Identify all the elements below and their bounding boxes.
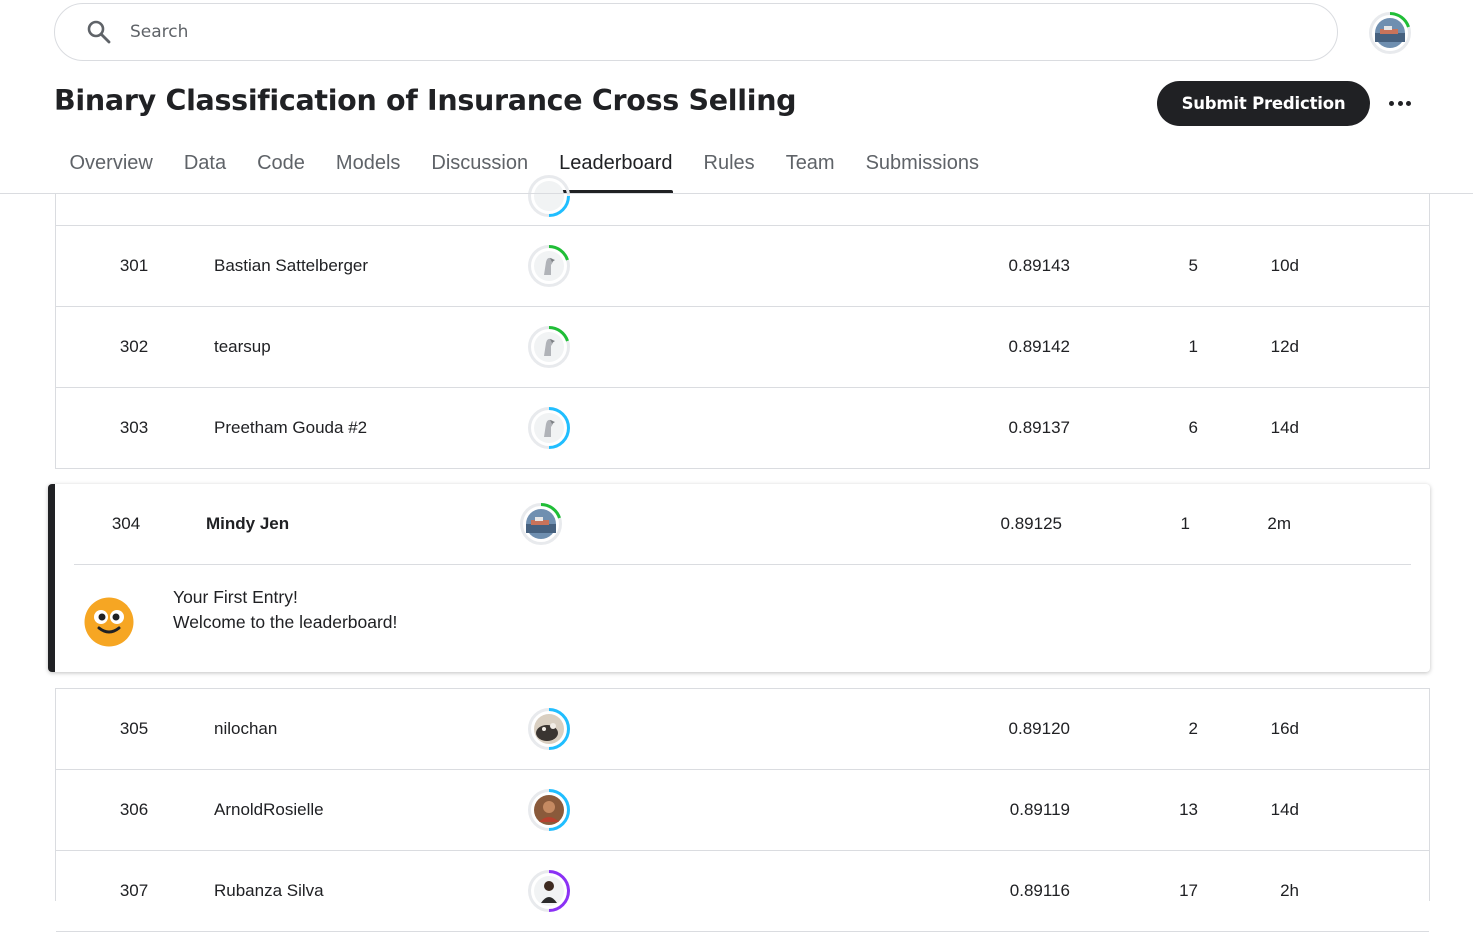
- team-name[interactable]: Bastian Sattelberger: [214, 226, 368, 306]
- avatar[interactable]: [527, 244, 571, 288]
- tab-models[interactable]: Models: [320, 140, 415, 194]
- message-title: Your First Entry!: [173, 587, 298, 607]
- user-avatar[interactable]: [1368, 11, 1412, 55]
- table-row[interactable]: 306 ArnoldRosielle 0.89119 13 14d: [56, 770, 1429, 851]
- submit-prediction-button[interactable]: Submit Prediction: [1157, 81, 1370, 126]
- tab-code[interactable]: Code: [242, 140, 321, 194]
- search-icon: [87, 20, 111, 44]
- divider: [74, 564, 1411, 565]
- avatar[interactable]: [527, 869, 571, 913]
- score: 0.89137: [1008, 418, 1070, 437]
- rank: 304: [111, 514, 141, 533]
- table-row-highlighted[interactable]: 304 Mindy Jen 0.89125 1 2m: [55, 484, 1430, 564]
- table-row[interactable]: 305 nilochan 0.89120 2 16d: [56, 689, 1429, 770]
- avatar: [528, 175, 570, 217]
- first-entry-message: Your First Entry! Welcome to the leaderb…: [173, 585, 397, 635]
- table-row[interactable]: 301 Bastian Sattelberger 0.89143 5 10d: [56, 226, 1429, 307]
- rank: 305: [119, 719, 149, 738]
- entries-count: 13: [1179, 800, 1198, 819]
- table-row[interactable]: 303 Preetham Gouda #2 0.89137 6 14d: [56, 388, 1429, 469]
- avatar[interactable]: [519, 502, 563, 546]
- team-name[interactable]: Rubanza Silva: [214, 851, 324, 931]
- tabs-divider: [0, 193, 1473, 194]
- rank: 306: [119, 800, 149, 819]
- avatar[interactable]: [527, 707, 571, 751]
- tab-bar: Overview Data Code Models Discussion Lea…: [54, 140, 994, 194]
- score: 0.89142: [1008, 337, 1070, 356]
- entries-count: 1: [1188, 337, 1198, 356]
- rank: 302: [119, 337, 149, 356]
- entries-count: 17: [1179, 881, 1198, 900]
- team-name[interactable]: Mindy Jen: [206, 484, 289, 564]
- avatar[interactable]: [527, 788, 571, 832]
- tab-discussion[interactable]: Discussion: [416, 140, 544, 194]
- entries-count: 1: [1180, 514, 1190, 533]
- team-name[interactable]: nilochan: [214, 689, 277, 769]
- search-bar[interactable]: [54, 3, 1338, 61]
- entries-count: 6: [1188, 418, 1198, 437]
- rank: 307: [119, 881, 149, 900]
- last-submission: 2m: [1267, 514, 1291, 533]
- message-body: Welcome to the leaderboard!: [173, 612, 398, 632]
- score: 0.89116: [1009, 881, 1070, 900]
- team-name[interactable]: Preetham Gouda #2: [214, 388, 367, 468]
- tab-rules[interactable]: Rules: [688, 140, 770, 194]
- avatar[interactable]: [527, 325, 571, 369]
- table-row[interactable]: 307 Rubanza Silva 0.89116 17 2h: [56, 851, 1429, 932]
- tab-submissions[interactable]: Submissions: [850, 140, 994, 194]
- table-row-partial: [55, 175, 1430, 226]
- your-entry-card: 304 Mindy Jen 0.89125 1 2m Your First En…: [48, 484, 1430, 672]
- leaderboard-table-bottom: 305 nilochan 0.89120 2 16d 306 ArnoldRos…: [55, 688, 1430, 932]
- score: 0.89120: [1008, 719, 1070, 738]
- team-name[interactable]: tearsup: [214, 307, 271, 387]
- tab-team[interactable]: Team: [770, 140, 850, 194]
- rank: 303: [119, 418, 149, 437]
- tab-data[interactable]: Data: [168, 140, 241, 194]
- score: 0.89119: [1009, 800, 1070, 819]
- last-submission: 16d: [1270, 719, 1299, 738]
- score: 0.89143: [1008, 256, 1070, 275]
- last-submission: 2h: [1280, 881, 1299, 900]
- page-title: Binary Classification of Insurance Cross…: [54, 84, 797, 117]
- tab-overview[interactable]: Overview: [54, 140, 168, 194]
- score: 0.89125: [1000, 514, 1062, 533]
- smiley-face-icon: [84, 597, 134, 647]
- team-name[interactable]: ArnoldRosielle: [214, 770, 324, 850]
- leaderboard-table-top: 301 Bastian Sattelberger 0.89143 5 10d 3…: [55, 226, 1430, 469]
- last-submission: 14d: [1270, 418, 1299, 437]
- last-submission: 10d: [1270, 256, 1299, 275]
- avatar[interactable]: [527, 406, 571, 450]
- last-submission: 12d: [1270, 337, 1299, 356]
- entries-count: 5: [1188, 256, 1198, 275]
- search-input[interactable]: [128, 21, 1232, 43]
- more-options-icon[interactable]: [1386, 92, 1414, 114]
- rank: 301: [119, 256, 149, 275]
- table-row[interactable]: 302 tearsup 0.89142 1 12d: [56, 307, 1429, 388]
- entries-count: 2: [1188, 719, 1198, 738]
- last-submission: 14d: [1270, 800, 1299, 819]
